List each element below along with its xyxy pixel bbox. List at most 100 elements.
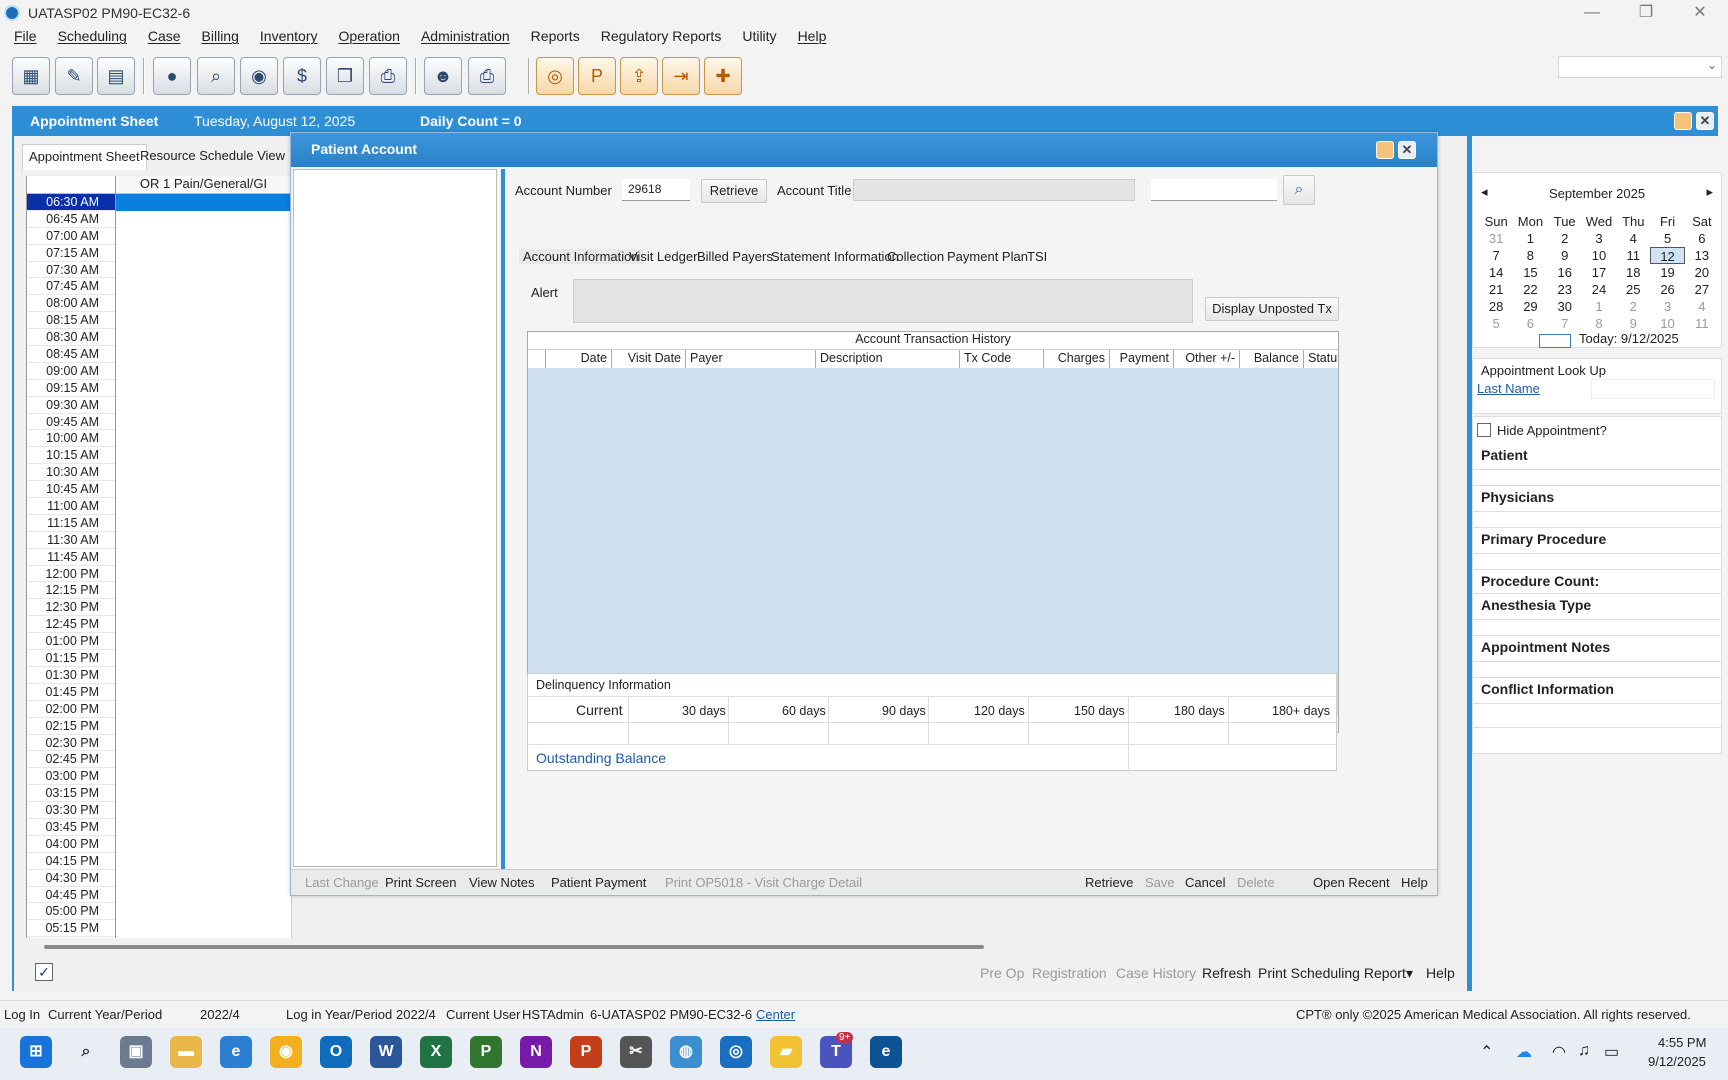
clock-date[interactable]: 9/12/2025 xyxy=(1648,1054,1706,1069)
calendar-day[interactable]: 18 xyxy=(1616,264,1650,281)
time-slot[interactable]: 09:15 AM xyxy=(27,380,115,397)
patient-icon[interactable]: ● xyxy=(153,57,191,95)
calendar-day[interactable]: 31 xyxy=(1479,230,1513,247)
edge-dev-icon[interactable]: e xyxy=(870,1036,902,1068)
footer-retrieve-button[interactable]: Retrieve xyxy=(1085,875,1133,890)
calendar-day[interactable]: 21 xyxy=(1479,281,1513,298)
time-slot[interactable]: 10:30 AM xyxy=(27,464,115,482)
time-slot[interactable]: 01:30 PM xyxy=(27,667,115,684)
calendar-day[interactable]: 4 xyxy=(1616,230,1650,247)
report-p-icon[interactable]: P xyxy=(578,57,616,95)
time-slot[interactable]: 10:45 AM xyxy=(27,481,115,499)
next-month-icon[interactable]: ▸ xyxy=(1706,184,1713,200)
tab-account-information[interactable]: Account Information xyxy=(519,249,643,264)
print-op5018-button[interactable]: Print OP5018 - Visit Charge Detail xyxy=(665,875,862,890)
time-slot[interactable]: 04:45 PM xyxy=(27,887,115,904)
help-button[interactable]: Help xyxy=(1426,965,1455,981)
minimize-dialog-icon[interactable] xyxy=(1376,141,1394,159)
time-slot[interactable]: 01:15 PM xyxy=(27,650,115,667)
clock-time[interactable]: 4:55 PM xyxy=(1658,1035,1706,1050)
account-search-input[interactable] xyxy=(1151,179,1277,201)
time-slot[interactable]: 05:00 PM xyxy=(27,903,115,921)
snipping-tool-icon[interactable]: ✂ xyxy=(620,1036,652,1068)
tab-statement-information[interactable]: Statement Information xyxy=(771,249,899,264)
time-slot[interactable]: 10:00 AM xyxy=(27,430,115,448)
tab-appointment-sheet[interactable]: Appointment Sheet xyxy=(22,144,147,170)
menu-reports[interactable]: Reports xyxy=(531,28,580,50)
upload-icon[interactable]: ⇪ xyxy=(620,57,658,95)
calendar-day[interactable]: 13 xyxy=(1685,247,1719,264)
sticky-notes-icon[interactable]: ▰ xyxy=(770,1036,802,1068)
calendar-day[interactable]: 19 xyxy=(1650,264,1684,281)
time-slot[interactable]: 12:45 PM xyxy=(27,616,115,634)
alert-field[interactable] xyxy=(573,279,1193,323)
last-change-button[interactable]: Last Change xyxy=(305,875,379,890)
briefcase-icon[interactable]: ▤ xyxy=(97,57,135,95)
chevron-down-icon[interactable]: ▾ xyxy=(1406,965,1413,982)
account-number-input[interactable]: 29618 xyxy=(622,179,690,201)
volume-icon[interactable]: ♫ xyxy=(1578,1042,1590,1060)
tab-payment-plan[interactable]: Payment Plan xyxy=(947,249,1028,264)
calendar-day[interactable]: 8 xyxy=(1582,315,1616,332)
calendar-day[interactable]: 7 xyxy=(1548,315,1582,332)
ledger-icon[interactable]: ◉ xyxy=(240,57,278,95)
calendar-day[interactable]: 3 xyxy=(1582,230,1616,247)
case-history-button[interactable]: Case History xyxy=(1116,965,1196,981)
toolbar-combo[interactable]: ⌄ xyxy=(1558,56,1722,78)
menu-inventory[interactable]: Inventory xyxy=(260,28,318,50)
time-slot[interactable]: 06:30 AM xyxy=(27,194,115,211)
footer-cancel-button[interactable]: Cancel xyxy=(1185,875,1225,890)
col-status[interactable]: Statu xyxy=(1304,350,1338,368)
export-icon[interactable]: ⇥ xyxy=(662,57,700,95)
time-slot[interactable]: 11:00 AM xyxy=(27,498,115,515)
calendar-day[interactable]: 1 xyxy=(1513,230,1547,247)
calendar-day[interactable]: 23 xyxy=(1548,281,1582,298)
hide-appointment-checkbox[interactable] xyxy=(1477,423,1491,437)
schedule-scrollbar[interactable] xyxy=(44,945,984,949)
calendar-day[interactable]: 17 xyxy=(1582,264,1616,281)
calendar-day[interactable]: 22 xyxy=(1513,281,1547,298)
user-lookup-icon[interactable]: ☻ xyxy=(424,57,462,95)
calendar-day[interactable]: 2 xyxy=(1548,230,1582,247)
dollar-icon[interactable]: $ xyxy=(283,57,321,95)
tab-tsi[interactable]: TSI xyxy=(1027,249,1047,264)
app-taskbar-icon[interactable]: ◎ xyxy=(720,1036,752,1068)
calendar-day[interactable]: 6 xyxy=(1513,315,1547,332)
last-name-link[interactable]: Last Name xyxy=(1477,381,1540,396)
time-slot[interactable]: 03:45 PM xyxy=(27,819,115,836)
calendar-day[interactable]: 1 xyxy=(1582,298,1616,315)
menu-help[interactable]: Help xyxy=(798,28,827,50)
time-slot[interactable]: 01:45 PM xyxy=(27,684,115,701)
search-icon[interactable]: ⌕ xyxy=(70,1036,102,1068)
col-other[interactable]: Other +/- xyxy=(1174,350,1240,368)
col-date[interactable]: Date xyxy=(546,350,612,368)
menu-operation[interactable]: Operation xyxy=(338,28,399,50)
time-slot[interactable]: 08:30 AM xyxy=(27,329,115,347)
search-icon[interactable]: ⌕ xyxy=(1283,175,1315,205)
calendar-day[interactable]: 29 xyxy=(1513,298,1547,315)
time-slot[interactable]: 04:00 PM xyxy=(27,836,115,853)
time-slot[interactable]: 08:15 AM xyxy=(27,312,115,330)
battery-icon[interactable]: ▭ xyxy=(1604,1042,1619,1062)
calendar-grid-icon[interactable]: ▦ xyxy=(12,57,50,95)
time-slot[interactable]: 01:00 PM xyxy=(27,633,115,651)
onedrive-icon[interactable]: ☁ xyxy=(1516,1042,1532,1062)
view-notes-button[interactable]: View Notes xyxy=(469,875,535,890)
print-scheduling-report-button[interactable]: Print Scheduling Report xyxy=(1258,965,1406,981)
time-slot[interactable]: 02:30 PM xyxy=(27,735,115,752)
menu-administration[interactable]: Administration xyxy=(421,28,510,50)
calendar-day-selected[interactable]: 12 xyxy=(1650,247,1685,264)
time-slot[interactable]: 07:00 AM xyxy=(27,228,115,245)
payment-icon[interactable]: ❒ xyxy=(326,57,364,95)
time-slot[interactable]: 11:15 AM xyxy=(27,515,115,532)
calendar-day[interactable]: 16 xyxy=(1548,264,1582,281)
time-slot[interactable]: 02:00 PM xyxy=(27,701,115,718)
time-slot[interactable]: 02:45 PM xyxy=(27,751,115,769)
remote-desktop-icon[interactable]: ◍ xyxy=(670,1036,702,1068)
time-slot[interactable]: 09:00 AM xyxy=(27,363,115,380)
calendar-day[interactable]: 2 xyxy=(1616,298,1650,315)
calendar-day[interactable]: 28 xyxy=(1479,298,1513,315)
log-in-status[interactable]: Log In xyxy=(4,1007,40,1022)
time-slot[interactable]: 07:30 AM xyxy=(27,262,115,279)
onenote-icon[interactable]: N xyxy=(520,1036,552,1068)
